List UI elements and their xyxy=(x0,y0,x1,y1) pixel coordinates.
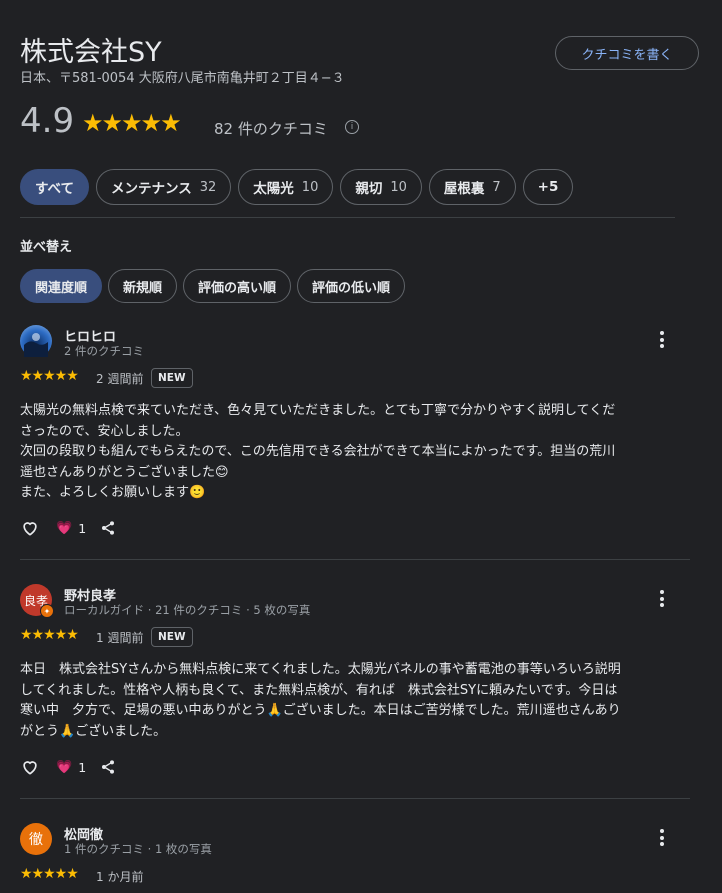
share-icon[interactable] xyxy=(100,520,116,536)
review-line: 太陽光の無料点検で来ていただき、色々見ていただきました。とても丁寧で分かりやすく… xyxy=(20,403,616,418)
business-address: 日本、〒581-0054 大阪府八尾市南亀井町２丁目４−３ xyxy=(20,71,345,86)
review-actions: 💗 1 xyxy=(20,757,116,777)
heart-reaction-icon: 💗 xyxy=(56,759,73,775)
heart-reaction-icon: 💗 xyxy=(56,520,73,536)
chip-count: 32 xyxy=(199,179,217,195)
chip-count: 10 xyxy=(301,179,319,195)
chip-label: 太陽光 xyxy=(253,181,294,197)
review-line: 次回の段取りも組んでもらえたので、この先信用できる会社ができて本当によかったです… xyxy=(20,444,616,459)
more-options-icon[interactable] xyxy=(656,590,668,610)
review-divider xyxy=(20,798,690,799)
avatar[interactable] xyxy=(20,325,52,357)
chip-label: 屋根裏 xyxy=(443,181,485,197)
reaction-count: 1 xyxy=(78,520,87,536)
review-date: 1 か月前 xyxy=(96,870,144,884)
review-card: 徹 松岡徹 1 件のクチコミ · 1 枚の写真 ★★★★★ 1 か月前 xyxy=(20,823,675,888)
business-name: 株式会社SY xyxy=(20,37,162,68)
write-review-button[interactable]: クチコミを書く xyxy=(555,36,699,70)
review-line: 寒い中 夕方で、足場の悪い中ありがとう🙏ございました。本日はご苦労様でした。荒川… xyxy=(20,703,621,718)
review-line: 遥也さんありがとうございました😊 xyxy=(20,464,229,480)
reviewer-meta: 2 件のクチコミ xyxy=(64,344,144,358)
share-icon[interactable] xyxy=(100,759,116,775)
filter-chip-more[interactable]: +5 xyxy=(522,169,574,205)
sort-options: 関連度順 新規順 評価の高い順 評価の低い順 xyxy=(20,269,406,303)
review-actions: 💗 1 xyxy=(20,518,116,538)
review-line: してくれました。性格や人柄も良くて、また無料点検が、有れば 株式会社SYに頼みた… xyxy=(20,682,618,698)
review-date: 2 週間前 xyxy=(96,372,144,386)
review-count: 82 件のクチコミ xyxy=(214,120,328,138)
review-stars: ★★★★★ xyxy=(20,627,79,643)
avatar[interactable]: 徹 xyxy=(20,823,52,855)
chip-count: 7 xyxy=(492,179,501,195)
like-icon[interactable] xyxy=(20,518,40,538)
section-divider xyxy=(20,217,675,218)
avatar-photo-icon xyxy=(24,333,48,357)
local-guide-icon: ✦ xyxy=(40,604,54,618)
new-badge: NEW xyxy=(151,627,193,647)
chip-count: 10 xyxy=(390,179,407,195)
chip-label: 親切 xyxy=(355,181,383,197)
review-text: 太陽光の無料点検で来ていただき、色々見ていただきました。とても丁寧で分かりやすく… xyxy=(20,401,670,504)
filter-chip-all[interactable]: すべて xyxy=(20,169,90,205)
more-options-icon[interactable] xyxy=(656,331,668,351)
review-line: さったので、安心しました。 xyxy=(20,423,189,439)
rating-score: 4.9 xyxy=(20,101,75,141)
sort-lowest[interactable]: 評価の低い順 xyxy=(297,269,406,303)
rating-stars: ★★★★★ xyxy=(82,109,182,137)
chip-label: メンテナンス xyxy=(111,181,192,197)
sort-relevance[interactable]: 関連度順 xyxy=(20,269,103,303)
info-icon[interactable]: i xyxy=(345,120,359,134)
filter-chip-solar[interactable]: 太陽光 10 xyxy=(238,169,334,205)
review-line: がとう🙏ございました。 xyxy=(20,723,167,739)
review-date: 1 週間前 xyxy=(96,631,144,645)
review-stars: ★★★★★ xyxy=(20,866,79,882)
reaction-count: 1 xyxy=(78,759,87,775)
sort-label: 並べ替え xyxy=(20,240,73,255)
review-line: また、よろしくお願いします🙂 xyxy=(20,485,206,500)
reviewer-meta: 1 件のクチコミ · 1 枚の写真 xyxy=(64,842,212,856)
review-stars: ★★★★★ xyxy=(20,368,79,384)
filter-chip-kind[interactable]: 親切 10 xyxy=(340,169,422,205)
review-divider xyxy=(20,559,690,560)
filter-chips: すべて メンテナンス 32 太陽光 10 親切 10 屋根裏 7 +5 xyxy=(20,169,574,205)
chip-label: +5 xyxy=(537,179,559,195)
review-line: 本日 株式会社SYさんから無料点検に来てくれました。太陽光パネルの事や蓄電池の事… xyxy=(20,662,621,677)
filter-chip-maintenance[interactable]: メンテナンス 32 xyxy=(96,169,232,205)
chip-label: すべて xyxy=(35,181,75,197)
review-text: 本日 株式会社SYさんから無料点検に来てくれました。太陽光パネルの事や蓄電池の事… xyxy=(20,660,670,742)
sort-newest[interactable]: 新規順 xyxy=(108,269,178,303)
filter-chip-attic[interactable]: 屋根裏 7 xyxy=(428,169,516,205)
like-icon[interactable] xyxy=(20,757,40,777)
more-options-icon[interactable] xyxy=(656,829,668,849)
review-card: ヒロヒロ 2 件のクチコミ ★★★★★ 2 週間前 NEW 太陽光の無料点検で来… xyxy=(20,325,690,560)
sort-highest[interactable]: 評価の高い順 xyxy=(183,269,292,303)
review-card: 良孝 ✦ 野村良孝 ローカルガイド · 21 件のクチコミ · 5 枚の写真 ★… xyxy=(20,584,690,804)
reviewer-meta: ローカルガイド · 21 件のクチコミ · 5 枚の写真 xyxy=(64,603,311,617)
new-badge: NEW xyxy=(151,368,193,388)
